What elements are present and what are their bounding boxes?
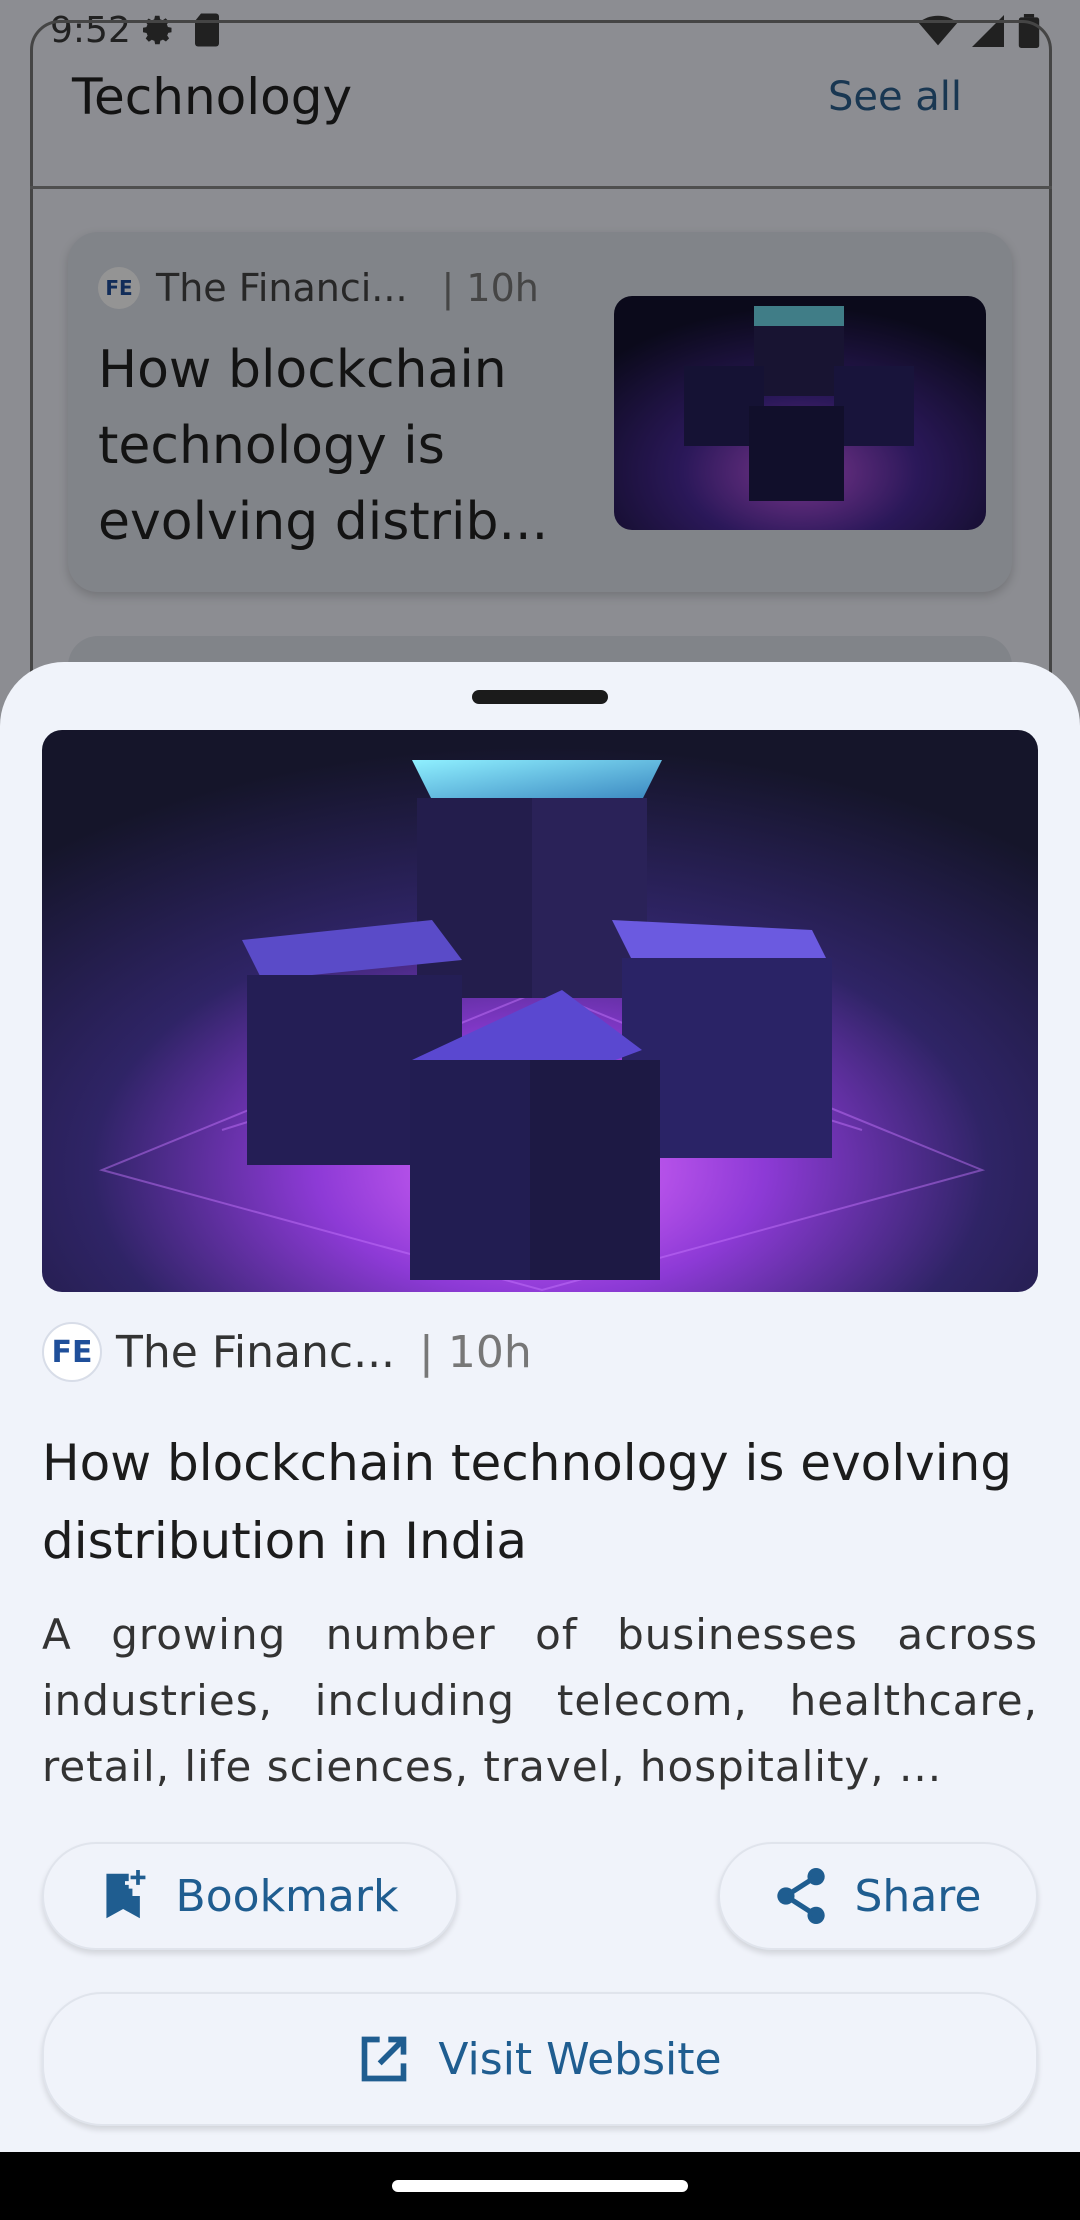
open-in-new-icon bbox=[362, 2036, 407, 2082]
drag-handle[interactable] bbox=[472, 690, 608, 704]
share-button[interactable]: Share bbox=[718, 1842, 1038, 1950]
article-summary: A growing number of businesses across in… bbox=[42, 1610, 1038, 1791]
source-name: The Financ... bbox=[116, 1326, 396, 1378]
bookmark-button[interactable]: Bookmark bbox=[42, 1842, 458, 1950]
source-logo-icon: FE bbox=[42, 1322, 102, 1382]
visit-website-button[interactable]: Visit Website bbox=[42, 1992, 1038, 2126]
article-hero-image bbox=[42, 730, 1038, 1292]
share-icon bbox=[776, 1868, 825, 1924]
visit-website-label: Visit Website bbox=[438, 2033, 722, 2085]
home-gesture-handle[interactable] bbox=[392, 2180, 688, 2192]
article-headline: How blockchain technology is evolving di… bbox=[42, 1434, 1013, 1570]
navigation-bar bbox=[0, 2152, 1080, 2220]
source-row: FE The Financ... | 10h bbox=[42, 1322, 532, 1382]
bookmark-add-icon bbox=[105, 1870, 145, 1919]
bookmark-label: Bookmark bbox=[175, 1870, 399, 1922]
published-time: | 10h bbox=[419, 1326, 532, 1378]
share-label: Share bbox=[854, 1870, 982, 1922]
article-bottom-sheet: FE The Financ... | 10h How blockchain te… bbox=[0, 662, 1080, 2152]
